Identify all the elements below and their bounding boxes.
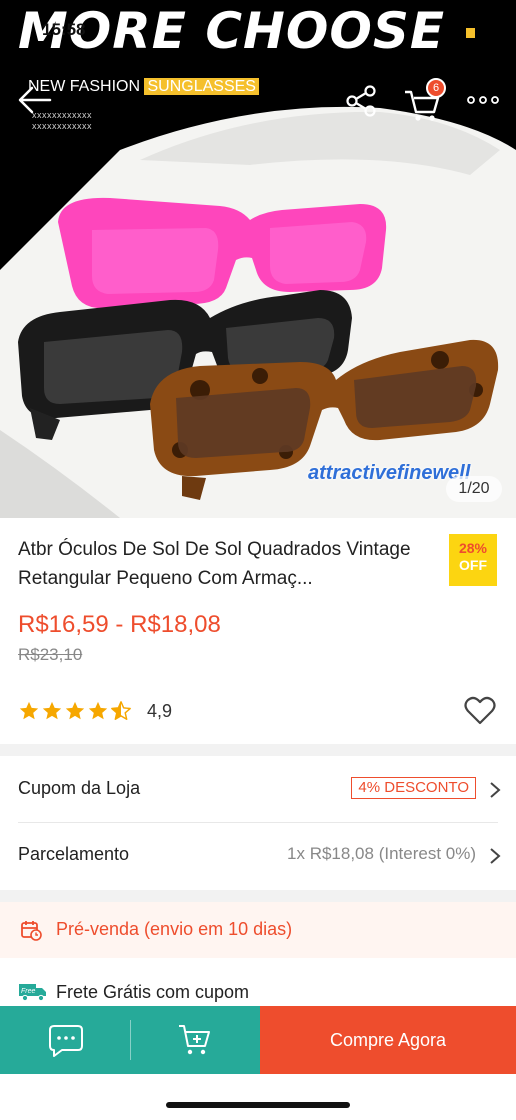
original-price: R$23,10 [18,645,83,664]
calendar-clock-icon [21,921,42,941]
seller-watermark: attractivefinewell [308,462,471,484]
star-icon [19,701,39,720]
home-indicator [166,1102,350,1108]
favorite-button[interactable] [464,696,496,726]
installment-row[interactable]: Parcelamento 1x R$18,08 (Interest 0%) [0,824,516,888]
hero-subline-2: xxxxxxxxxxxx [32,121,92,131]
preorder-banner: Pré-venda (envio em 10 dias) [0,902,516,958]
star-icon [88,701,108,720]
installment-label: Parcelamento [18,844,130,864]
buy-now-button[interactable]: Compre Agora [260,1006,516,1074]
installment-value: 1x R$18,08 (Interest 0%) [287,844,476,863]
price-range: R$16,59 - R$18,08 [18,611,221,638]
product-image-carousel[interactable]: MORE CHOOSE 15:58 NEW FASHION SUNGLASSES… [0,0,516,518]
product-title: Atbr Óculos De Sol De Sol Quadrados Vint… [18,539,411,589]
discount-badge: 28% OFF [449,534,497,586]
hero-subtitle-highlight: SUNGLASSES [144,78,259,95]
chevron-right-icon [490,848,501,864]
cart-button[interactable]: 6 [402,78,450,122]
chat-button[interactable] [0,1006,130,1074]
product-rating[interactable]: 4,9 [18,700,172,722]
half-star-icon [111,701,131,720]
free-shipping-row[interactable]: Free Frete Grátis com cupom [0,968,516,1008]
share-icon [346,85,376,117]
chevron-right-icon [490,782,501,798]
preorder-text: Pré-venda (envio em 10 dias) [56,919,293,939]
bottom-action-bar: Compre Agora [0,1006,516,1074]
discount-percent: 28% [458,540,488,556]
discount-off-label: OFF [459,557,487,573]
more-dots-icon [467,96,499,104]
add-to-cart-button[interactable] [131,1006,260,1074]
free-shipping-text: Frete Grátis com cupom [56,982,250,1002]
hero-subtitle: NEW FASHION SUNGLASSES [28,78,259,96]
status-indicator-icon [466,28,475,38]
row-divider [18,822,498,823]
cart-count-badge: 6 [426,78,446,98]
heart-icon [464,696,496,725]
coupon-tag[interactable]: 4% DESCONTO [351,777,476,799]
free-shipping-truck-icon: Free [19,984,46,1002]
store-coupon-row[interactable]: Cupom da Loja 4% DESCONTO [0,758,516,822]
section-separator [0,890,516,902]
status-time: 15:58 [42,20,86,39]
coupon-label: Cupom da Loja [18,778,141,798]
back-arrow-icon [18,86,52,114]
back-button[interactable] [14,84,54,116]
more-options-button[interactable] [466,90,500,110]
chat-icon [49,1025,83,1057]
free-icon-label: Free [21,988,36,995]
section-separator [0,744,516,756]
add-to-cart-icon [179,1025,210,1055]
rating-value: 4,9 [147,700,173,721]
image-counter: 1/20 [446,476,502,502]
share-button[interactable] [342,84,382,118]
star-icon [42,701,62,720]
star-icon [65,701,85,720]
